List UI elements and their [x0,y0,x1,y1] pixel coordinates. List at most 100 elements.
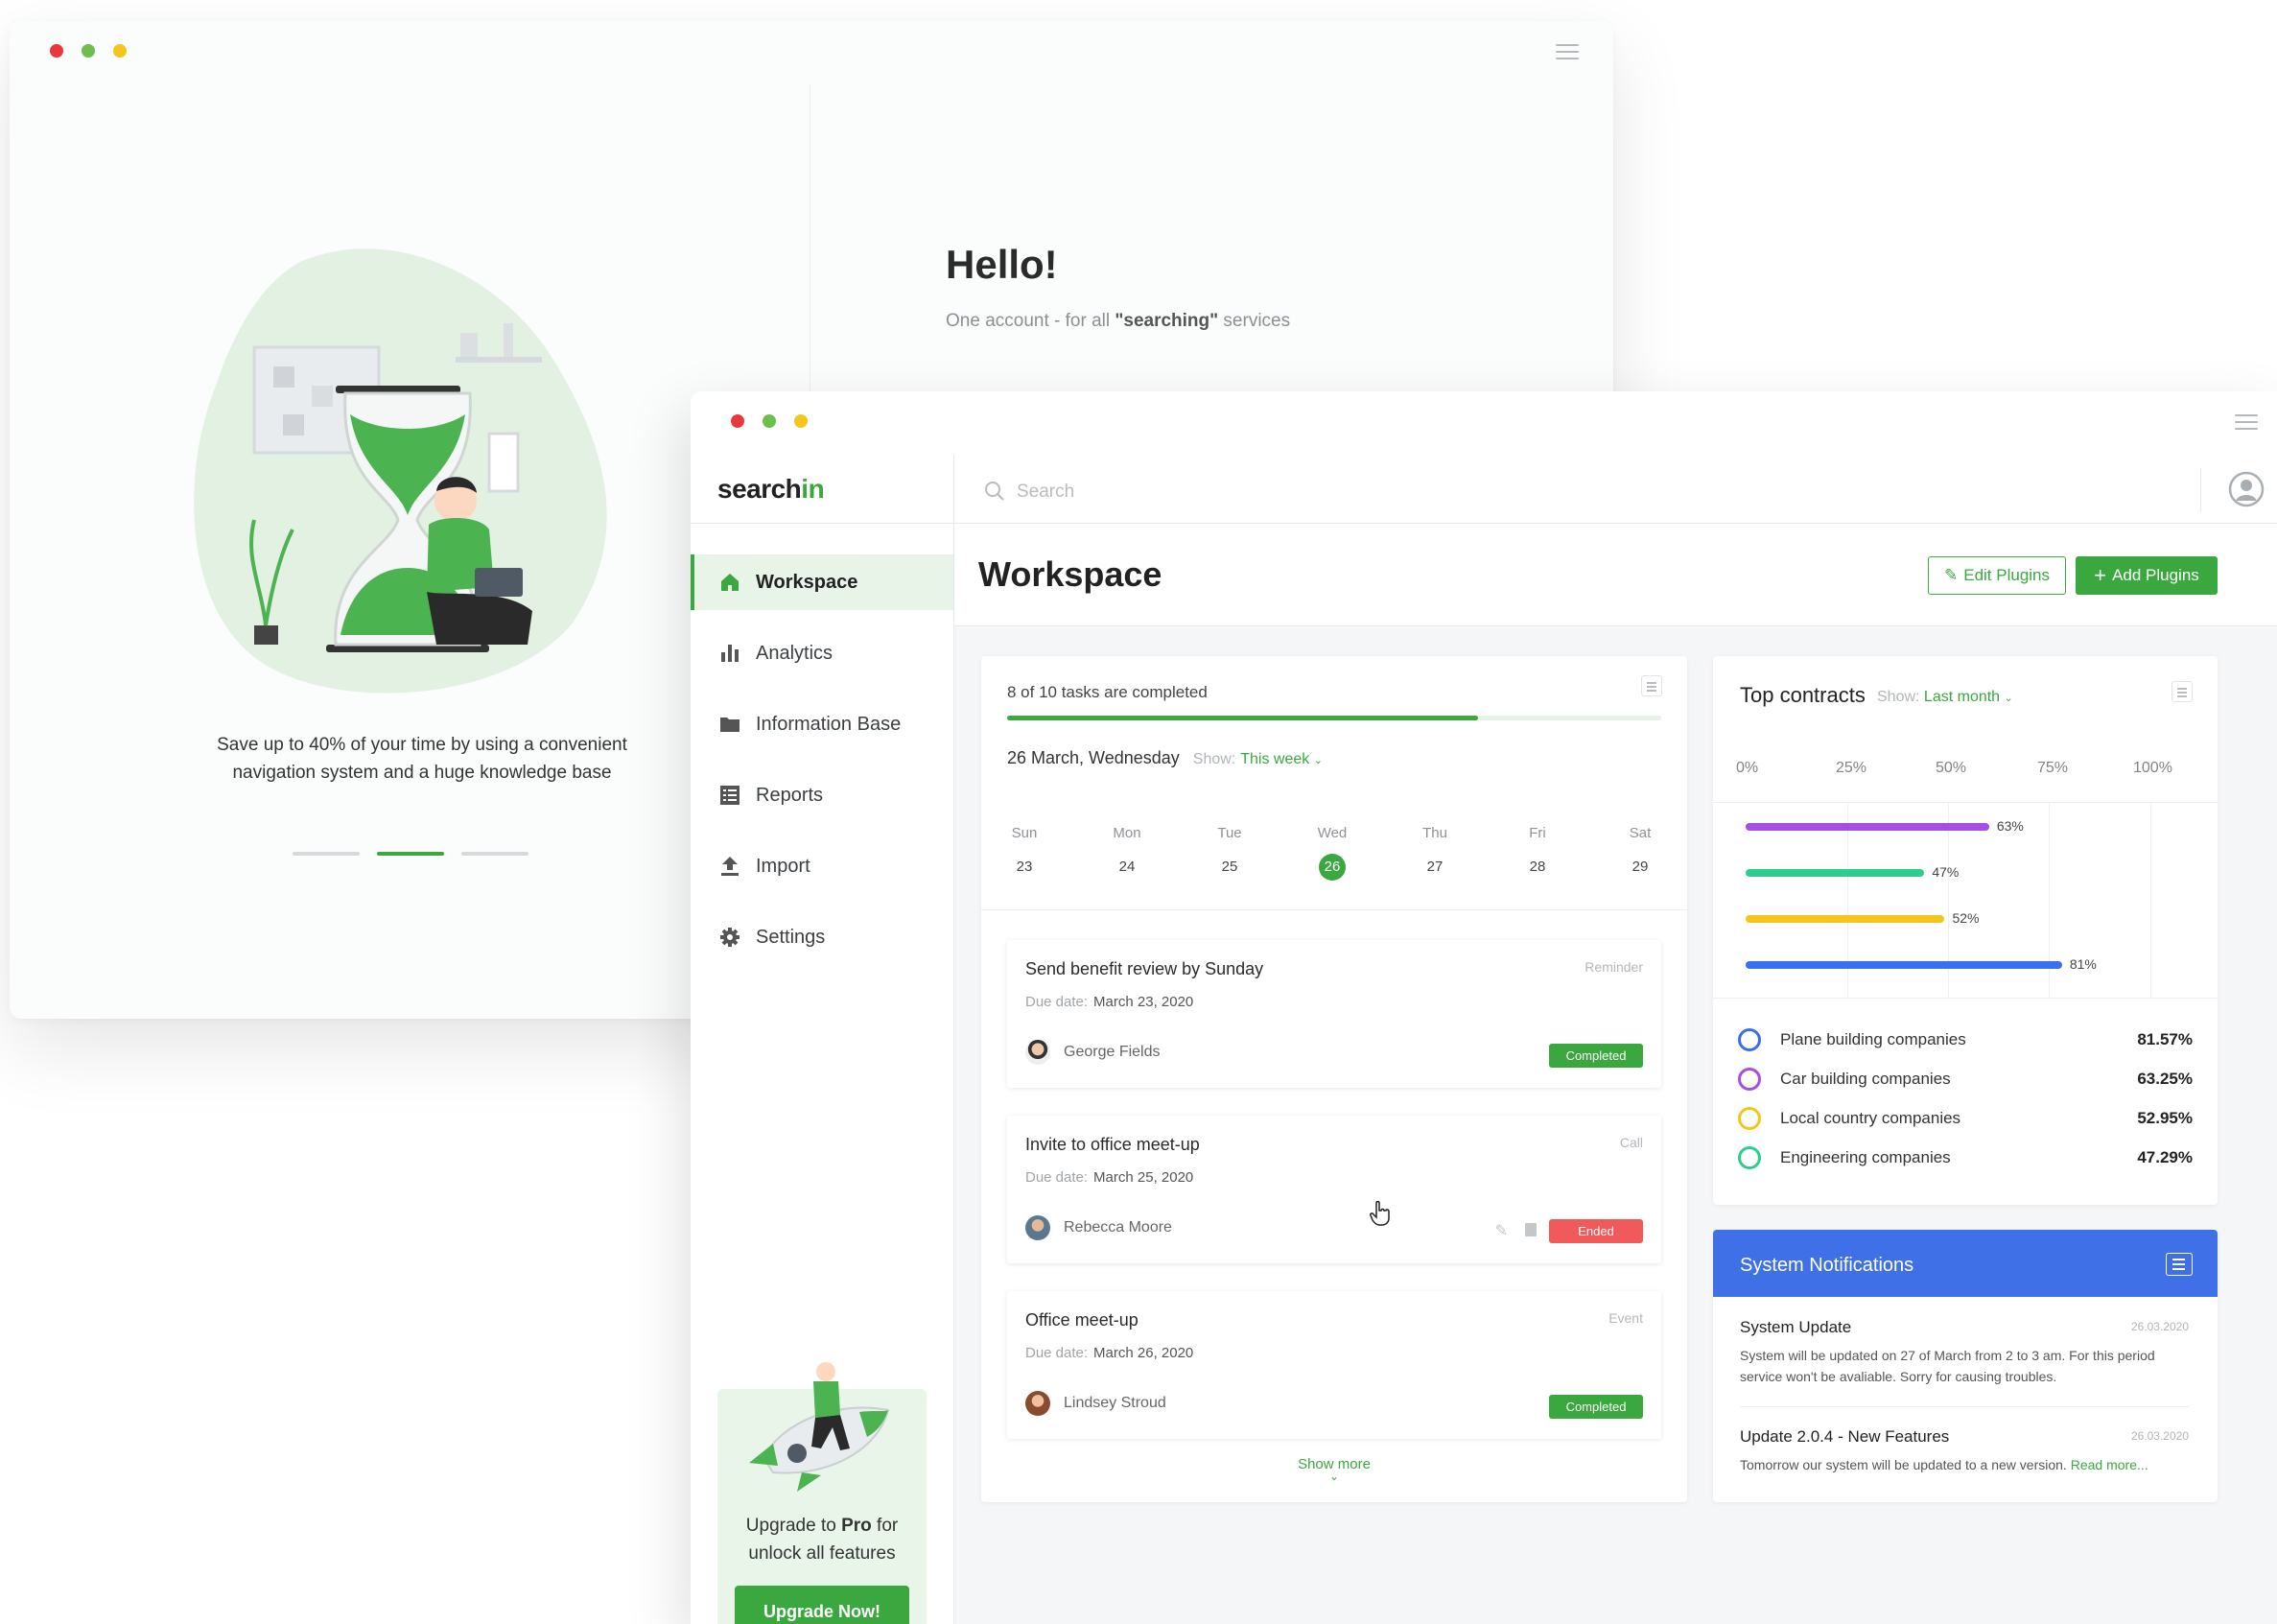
show-more-link[interactable]: Show more ⌄ [981,1456,1687,1482]
day-name: Tue [1217,825,1242,841]
legend-value: 47.29% [2137,1148,2193,1166]
day-name: Sat [1629,825,1652,841]
due-label: Due date: [1025,1169,1089,1186]
axis-label-25: 25% [1836,760,1867,776]
calendar-divider [981,909,1687,910]
system-notifications-card: System Notifications System Update 26.03… [1713,1230,2218,1502]
tasks-menu-icon[interactable] [1641,675,1662,696]
notifications-menu-icon[interactable] [2166,1253,2193,1276]
add-plugins-button[interactable]: + Add Plugins [2076,556,2218,595]
legend-name: Plane building companies [1780,1030,1966,1048]
notification-item[interactable]: Update 2.0.4 - New Features 26.03.2020 T… [1740,1427,2189,1475]
pager-dot-3[interactable] [461,852,528,856]
top-contracts-card: Top contracts Show: Last month ⌄ 0% 25% … [1713,656,2218,1205]
hamburger-menu-icon[interactable] [1556,44,1579,61]
notification-title: Update 2.0.4 - New Features [1740,1427,1950,1446]
notification-body-text: Tomorrow our system will be updated to a… [1740,1457,2071,1472]
task-card[interactable]: Office meet-up Event Due date: March 26, … [1007,1291,1661,1439]
axis-bottom-line [1713,998,2218,999]
legend-circle-icon [1738,1028,1761,1051]
day-name: Wed [1317,825,1348,841]
calendar-day-tue[interactable]: Tue 25 [1206,825,1254,881]
gridline [2150,802,2151,998]
axis-label-100: 100% [2133,760,2172,776]
read-more-link[interactable]: Read more... [2071,1457,2148,1472]
hand-cursor-icon [1370,1201,1390,1226]
task-card[interactable]: Invite to office meet-up Call Due date: M… [1007,1116,1661,1263]
week-filter-dropdown[interactable]: This week ⌄ [1240,751,1323,767]
day-number: 25 [1221,859,1238,875]
notification-item[interactable]: System Update 26.03.2020 System will be … [1740,1318,2189,1387]
calendar-day-mon[interactable]: Mon 24 [1103,825,1151,881]
promo-line-1: Save up to 40% of your time by using a c… [217,735,627,755]
legend-item-local: Local country companies 52.95% [1738,1104,2193,1133]
legend-name: Engineering companies [1780,1148,1951,1166]
task-due: Due date: March 23, 2020 [1025,994,1193,1010]
contract-bar-label: 81% [2069,956,2097,972]
week-filter-value: This week [1240,751,1310,767]
notifications-header: System Notifications [1713,1230,2218,1297]
task-type: Event [1608,1310,1643,1326]
window-minimize-dot[interactable] [82,44,95,58]
task-due: Due date: March 26, 2020 [1025,1345,1193,1361]
axis-top-line [1713,802,2218,803]
task-title: Office meet-up [1025,1310,1138,1330]
assignee-name: George Fields [1064,1044,1161,1060]
contract-bar [1746,961,2062,969]
contracts-filter-value: Last month [1923,689,2001,705]
notification-date: 26.03.2020 [2130,1320,2189,1333]
task-type: Call [1619,1135,1643,1150]
avatar [1025,1215,1050,1240]
day-name: Fri [1529,825,1546,841]
axis-label-0: 0% [1736,760,1759,776]
assignee-name: Rebecca Moore [1064,1219,1172,1236]
chevron-down-icon: ⌄ [2004,693,2013,704]
legend-circle-icon [1738,1107,1761,1130]
page-title: Workspace [978,554,1162,594]
edit-icon[interactable]: ✎ [1495,1221,1508,1240]
tasks-progress-label: 8 of 10 tasks are completed [1007,683,1208,701]
contracts-title: Top contracts [1740,683,1866,707]
legend-circle-icon [1738,1146,1761,1169]
window-close-dot[interactable] [50,44,63,58]
contract-bar-label: 47% [1932,864,1960,880]
main-area: Workspace ✎ Edit Plugins + Add Plugins 8 o… [691,391,2277,1624]
pager-dot-2[interactable] [377,852,444,856]
legend-value: 63.25% [2137,1070,2193,1088]
notification-title: System Update [1740,1318,1852,1336]
task-card[interactable]: Send benefit review by Sunday Reminder D… [1007,940,1661,1088]
day-number-selected: 26 [1319,854,1346,881]
day-number: 27 [1426,859,1444,875]
calendar-day-thu[interactable]: Thu 27 [1411,825,1459,881]
show-label: Show: [1192,751,1236,767]
hello-subtitle: One account - for all "searching" servic… [946,311,1290,332]
tasks-progress-fill [1007,716,1479,720]
task-type: Reminder [1585,959,1643,975]
task-assignee: George Fields [1025,1040,1161,1065]
task-title: Send benefit review by Sunday [1025,959,1264,978]
window-maximize-dot[interactable] [113,44,127,58]
calendar-day-sat[interactable]: Sat 29 [1616,825,1664,881]
edit-plugins-button[interactable]: ✎ Edit Plugins [1928,556,2066,595]
task-due: Due date: March 25, 2020 [1025,1169,1193,1186]
axis-label-75: 75% [2037,760,2069,776]
hello-title: Hello! [946,242,1058,287]
trash-icon[interactable] [1525,1223,1537,1236]
contracts-menu-icon[interactable] [2171,681,2193,702]
pager-dot-1[interactable] [293,852,360,856]
contracts-filter[interactable]: Show: Last month ⌄ [1877,689,2013,706]
task-title: Invite to office meet-up [1025,1135,1200,1154]
day-number: 24 [1118,859,1136,875]
day-name: Mon [1113,825,1141,841]
contract-bar [1746,869,1925,877]
legend-name: Car building companies [1780,1070,1951,1088]
due-date: March 26, 2020 [1093,1345,1194,1361]
calendar-day-sun[interactable]: Sun 23 [1000,825,1048,881]
notification-body: System will be updated on 27 of March fr… [1740,1348,2155,1384]
notification-date: 26.03.2020 [2130,1429,2189,1443]
tasks-card: 8 of 10 tasks are completed 26 March, We… [981,656,1687,1502]
legend-value: 52.95% [2137,1109,2193,1127]
calendar-day-wed[interactable]: Wed 26 [1308,825,1356,881]
calendar-day-fri[interactable]: Fri 28 [1514,825,1561,881]
add-plugins-label: Add Plugins [2112,566,2199,584]
